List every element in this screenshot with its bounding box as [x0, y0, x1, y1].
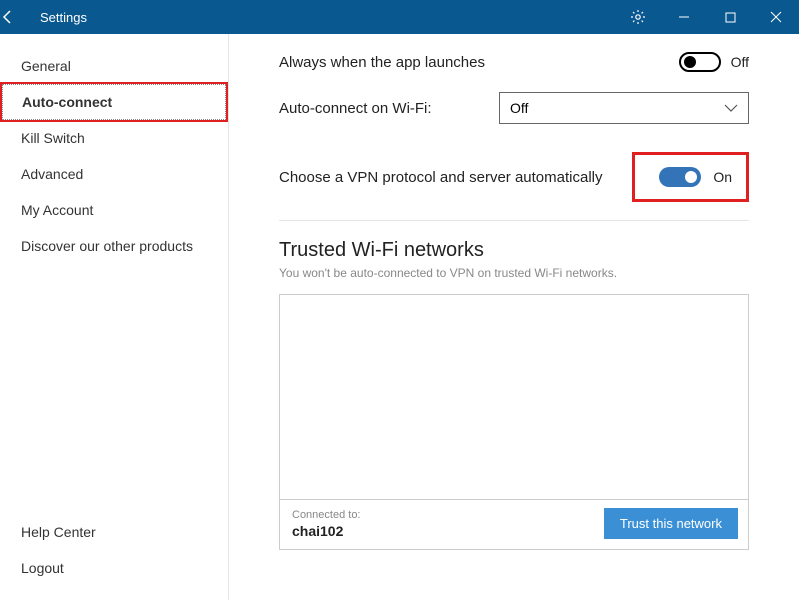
trusted-networks-list	[279, 294, 749, 500]
chevron-down-icon	[724, 101, 738, 115]
connected-name: chai102	[292, 523, 361, 539]
protocol-toggle-label: Choose a VPN protocol and server automat…	[279, 169, 603, 186]
maximize-button[interactable]	[707, 0, 753, 34]
protocol-toggle-row: Choose a VPN protocol and server automat…	[279, 152, 749, 221]
connected-info: Connected to: chai102	[292, 509, 361, 539]
trusted-subtitle: You won't be auto-connected to VPN on tr…	[279, 266, 749, 280]
maximize-icon	[725, 12, 736, 23]
close-icon	[770, 11, 782, 23]
sidebar-item-advanced[interactable]: Advanced	[0, 156, 228, 192]
launch-toggle[interactable]	[679, 52, 721, 72]
wifi-select-label: Auto-connect on Wi-Fi:	[279, 100, 479, 117]
back-button[interactable]	[0, 9, 40, 25]
main-area: General Auto-connect Kill Switch Advance…	[0, 34, 799, 600]
wifi-select-value: Off	[510, 100, 528, 116]
content-pane: Always when the app launches Off Auto-co…	[229, 34, 799, 600]
sidebar-item-help-center[interactable]: Help Center	[0, 514, 228, 550]
window-title: Settings	[40, 10, 87, 25]
launch-toggle-state: Off	[731, 54, 749, 70]
wifi-select[interactable]: Off	[499, 92, 749, 124]
settings-gear-button[interactable]	[615, 0, 661, 34]
launch-toggle-row: Always when the app launches Off	[279, 52, 749, 72]
sidebar-nav-list: General Auto-connect Kill Switch Advance…	[0, 48, 228, 514]
sidebar: General Auto-connect Kill Switch Advance…	[0, 34, 229, 600]
sidebar-item-general[interactable]: General	[0, 48, 228, 84]
sidebar-item-discover[interactable]: Discover our other products	[0, 228, 228, 264]
arrow-left-icon	[0, 9, 16, 25]
trusted-title: Trusted Wi-Fi networks	[279, 239, 749, 262]
close-button[interactable]	[753, 0, 799, 34]
highlighted-box: On	[632, 152, 749, 202]
titlebar: Settings	[0, 0, 799, 34]
sidebar-item-logout[interactable]: Logout	[0, 550, 228, 586]
sidebar-item-auto-connect[interactable]: Auto-connect	[2, 84, 226, 120]
trust-network-button[interactable]: Trust this network	[604, 508, 738, 539]
sidebar-footer: Help Center Logout	[0, 514, 228, 600]
minimize-button[interactable]	[661, 0, 707, 34]
protocol-toggle[interactable]	[659, 167, 701, 187]
trusted-footer: Connected to: chai102 Trust this network	[279, 500, 749, 550]
protocol-toggle-state: On	[713, 169, 732, 185]
connected-label: Connected to:	[292, 509, 361, 521]
sidebar-item-my-account[interactable]: My Account	[0, 192, 228, 228]
wifi-select-row: Auto-connect on Wi-Fi: Off	[279, 92, 749, 124]
sidebar-item-kill-switch[interactable]: Kill Switch	[0, 120, 228, 156]
launch-toggle-label: Always when the app launches	[279, 54, 485, 71]
gear-icon	[630, 9, 646, 25]
minimize-icon	[678, 11, 690, 23]
